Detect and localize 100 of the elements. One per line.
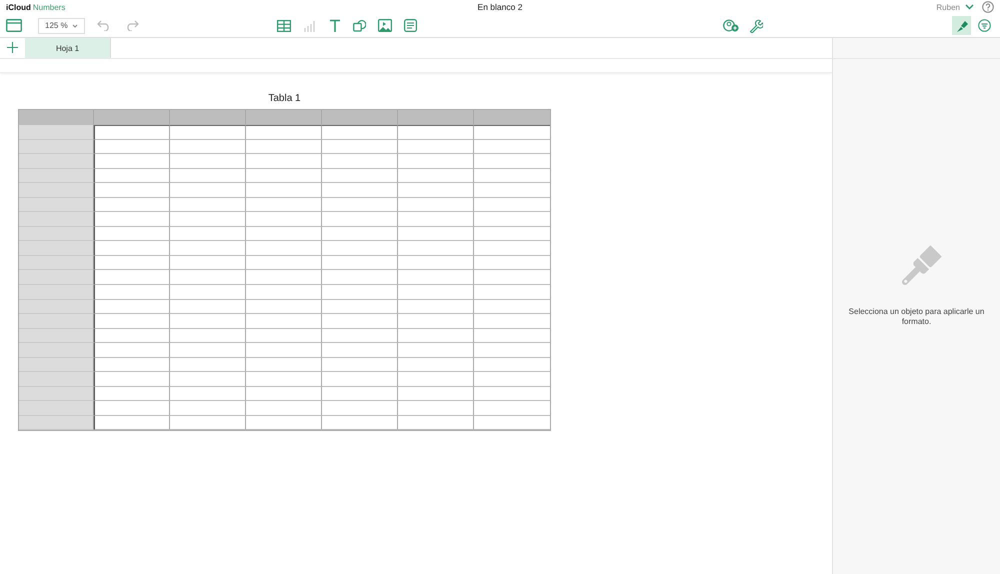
table-cell[interactable] bbox=[398, 212, 474, 227]
table-cell[interactable] bbox=[322, 198, 398, 212]
table-cell[interactable] bbox=[170, 154, 246, 169]
table-cell[interactable] bbox=[170, 372, 246, 387]
user-menu[interactable]: Ruben bbox=[936, 2, 974, 12]
row-header[interactable] bbox=[19, 270, 94, 286]
sheet-tab[interactable]: Hoja 1 bbox=[25, 38, 111, 58]
table-cell[interactable] bbox=[322, 328, 398, 344]
table-cell[interactable] bbox=[170, 358, 246, 372]
table-cell[interactable] bbox=[398, 386, 474, 402]
table-cell[interactable] bbox=[322, 314, 398, 329]
chart-icon[interactable] bbox=[303, 20, 317, 32]
table-cell[interactable] bbox=[398, 241, 474, 256]
table-cell[interactable] bbox=[94, 300, 170, 314]
table-cell[interactable] bbox=[246, 125, 322, 140]
row-header[interactable] bbox=[19, 226, 94, 242]
table-cell[interactable] bbox=[322, 358, 398, 372]
table-cell[interactable] bbox=[94, 154, 170, 169]
table-cell[interactable] bbox=[94, 386, 170, 402]
row-header[interactable] bbox=[19, 300, 94, 314]
table-cell[interactable] bbox=[94, 198, 170, 212]
table-cell[interactable] bbox=[398, 140, 474, 154]
table-cell[interactable] bbox=[398, 154, 474, 169]
table-cell[interactable] bbox=[398, 183, 474, 198]
table-cell[interactable] bbox=[170, 212, 246, 227]
sidebar-icon[interactable] bbox=[6, 19, 22, 32]
table-cell[interactable] bbox=[94, 314, 170, 329]
table-cell[interactable] bbox=[94, 343, 170, 358]
table-cell[interactable] bbox=[398, 358, 474, 372]
table-cell[interactable] bbox=[398, 270, 474, 286]
row-header[interactable] bbox=[19, 314, 94, 329]
table-cell[interactable] bbox=[170, 285, 246, 300]
table-cell[interactable] bbox=[94, 212, 170, 227]
table-cell[interactable] bbox=[94, 285, 170, 300]
table-cell[interactable] bbox=[322, 183, 398, 198]
table-cell[interactable] bbox=[246, 198, 322, 212]
add-person-icon[interactable] bbox=[723, 19, 739, 32]
table-cell[interactable] bbox=[170, 168, 246, 184]
table-cell[interactable] bbox=[398, 285, 474, 300]
table-cell[interactable] bbox=[246, 328, 322, 344]
table-cell[interactable] bbox=[94, 416, 170, 430]
table-cell[interactable] bbox=[170, 300, 246, 314]
table-cell[interactable] bbox=[398, 401, 474, 416]
table-cell[interactable] bbox=[322, 270, 398, 286]
table-cell[interactable] bbox=[170, 314, 246, 329]
table-cell[interactable] bbox=[474, 125, 550, 140]
table-cell[interactable] bbox=[246, 168, 322, 184]
table-cell[interactable] bbox=[94, 401, 170, 416]
table-cell[interactable] bbox=[170, 328, 246, 344]
table-cell[interactable] bbox=[398, 198, 474, 212]
table-cell[interactable] bbox=[246, 256, 322, 270]
table-cell[interactable] bbox=[246, 343, 322, 358]
table-cell[interactable] bbox=[398, 328, 474, 344]
table-cell[interactable] bbox=[170, 198, 246, 212]
table-cell[interactable] bbox=[94, 270, 170, 286]
table-cell[interactable] bbox=[322, 168, 398, 184]
table-cell[interactable] bbox=[246, 154, 322, 169]
table-cell[interactable] bbox=[246, 140, 322, 154]
table-cell[interactable] bbox=[94, 358, 170, 372]
row-header[interactable] bbox=[19, 372, 94, 387]
table-cell[interactable] bbox=[322, 241, 398, 256]
row-header[interactable] bbox=[19, 154, 94, 169]
table-cell[interactable] bbox=[246, 183, 322, 198]
table-cell[interactable] bbox=[398, 300, 474, 314]
table-cell[interactable] bbox=[322, 212, 398, 227]
table-cell[interactable] bbox=[246, 386, 322, 402]
table-cell[interactable] bbox=[170, 270, 246, 286]
row-header[interactable] bbox=[19, 183, 94, 198]
row-header[interactable] bbox=[19, 256, 94, 270]
table-cell[interactable] bbox=[246, 416, 322, 430]
table-cell[interactable] bbox=[170, 183, 246, 198]
row-header[interactable] bbox=[19, 241, 94, 256]
table-cell[interactable] bbox=[322, 125, 398, 140]
table-cell[interactable] bbox=[246, 372, 322, 387]
table-cell[interactable] bbox=[246, 212, 322, 227]
wrench-icon[interactable] bbox=[749, 18, 763, 32]
table-cell[interactable] bbox=[170, 416, 246, 430]
table-cell[interactable] bbox=[322, 401, 398, 416]
zoom-dropdown[interactable]: 125 % bbox=[38, 18, 85, 34]
table-cell[interactable] bbox=[94, 183, 170, 198]
table-cell[interactable] bbox=[322, 343, 398, 358]
table-cell[interactable] bbox=[322, 154, 398, 169]
table-cell[interactable] bbox=[398, 372, 474, 387]
row-header[interactable] bbox=[19, 386, 94, 402]
table-cell[interactable] bbox=[322, 300, 398, 314]
table-icon[interactable] bbox=[277, 20, 291, 32]
row-header[interactable] bbox=[19, 168, 94, 184]
table-cell[interactable] bbox=[94, 140, 170, 154]
table-cell[interactable] bbox=[398, 168, 474, 184]
row-header[interactable] bbox=[19, 401, 94, 416]
row-header[interactable] bbox=[19, 343, 94, 358]
row-header[interactable] bbox=[19, 285, 94, 300]
table-cell[interactable] bbox=[94, 328, 170, 344]
table-cell[interactable] bbox=[94, 241, 170, 256]
table-cell[interactable] bbox=[170, 226, 246, 242]
table-cell[interactable] bbox=[398, 343, 474, 358]
table-cell[interactable] bbox=[246, 314, 322, 329]
table-cell[interactable] bbox=[94, 256, 170, 270]
table-cell[interactable] bbox=[170, 386, 246, 402]
row-header[interactable] bbox=[19, 328, 94, 344]
